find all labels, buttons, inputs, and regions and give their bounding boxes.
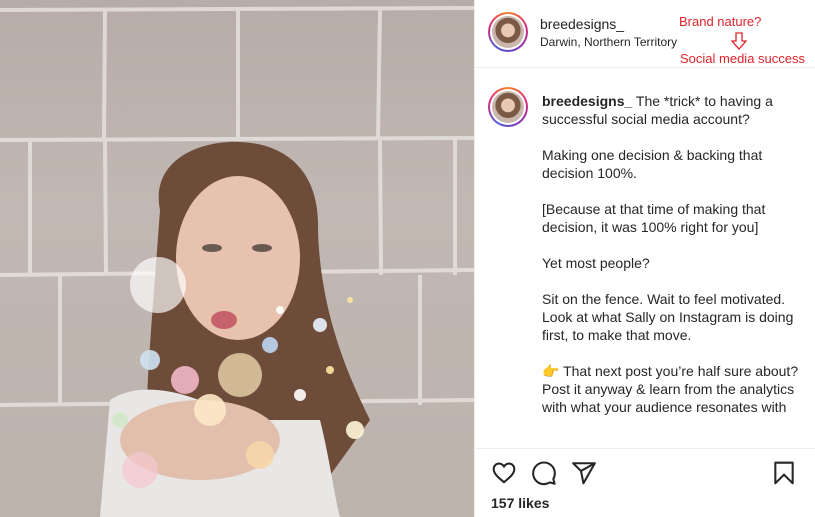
post-header: breedesigns_ Darwin, Northern Territory …: [475, 0, 815, 68]
caption-text: The *trick* to having a successful socia…: [542, 93, 799, 415]
photo-illustration: [0, 6, 474, 517]
caption-area: breedesigns_ The *trick* to having a suc…: [475, 69, 815, 447]
post-actions: 157 likes: [475, 448, 815, 517]
avatar[interactable]: [488, 12, 528, 52]
arrow-down-icon: [731, 32, 747, 50]
comment-icon[interactable]: [531, 460, 557, 486]
caption-username[interactable]: breedesigns_: [542, 93, 632, 109]
annotation-brand-nature: Brand nature?: [679, 14, 762, 29]
header-username[interactable]: breedesigns_: [540, 16, 624, 32]
bookmark-icon[interactable]: [771, 460, 797, 486]
likes-count[interactable]: 157 likes: [491, 495, 549, 511]
location-link[interactable]: Darwin, Northern Territory: [540, 35, 677, 49]
post-photo: [0, 0, 474, 517]
annotation-social-media-success: Social media success: [680, 51, 805, 66]
post-panel: breedesigns_ Darwin, Northern Territory …: [474, 0, 815, 517]
share-icon[interactable]: [571, 460, 597, 486]
caption-avatar[interactable]: [488, 87, 528, 127]
heart-icon[interactable]: [491, 460, 517, 486]
caption: breedesigns_ The *trick* to having a suc…: [542, 92, 804, 416]
